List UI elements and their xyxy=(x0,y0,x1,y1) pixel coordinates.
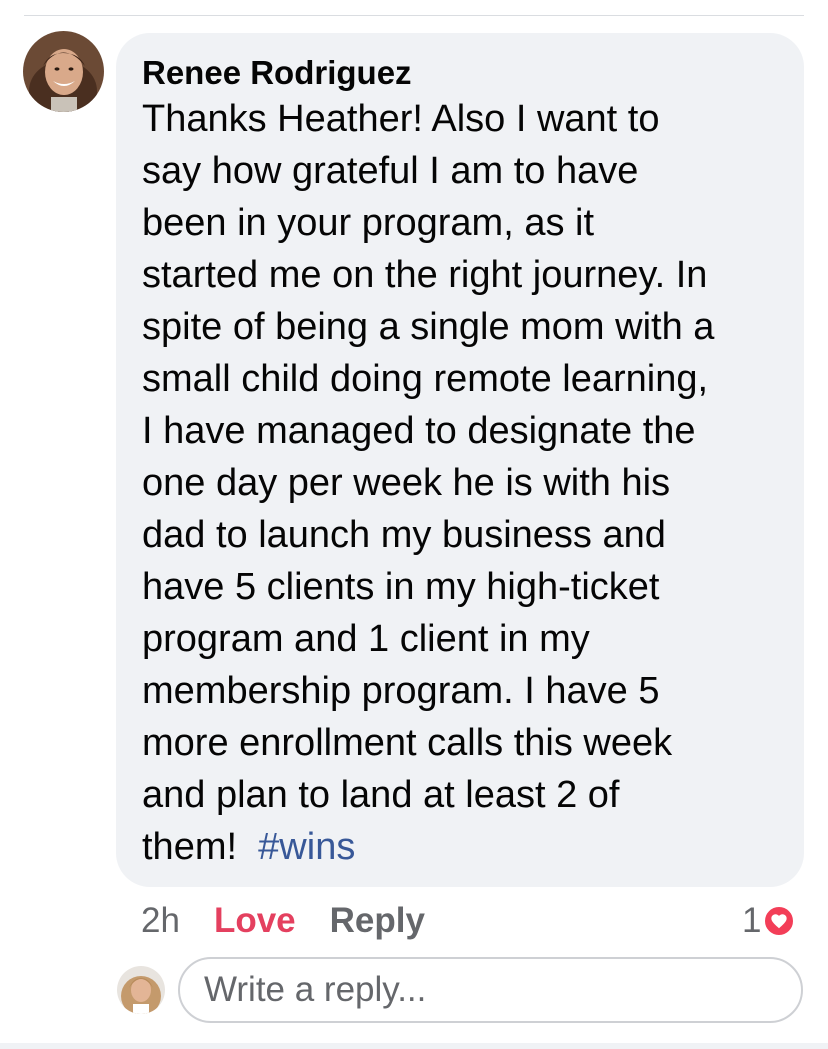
current-user-avatar xyxy=(117,966,165,1014)
comment-line: them! xyxy=(142,826,238,868)
comment-line: I have managed to designate the xyxy=(142,410,696,452)
hashtag-link[interactable]: #wins xyxy=(258,826,355,868)
comment-body: Thanks Heather! Also I want to say how g… xyxy=(142,93,792,873)
comment-line: dad to launch my business and xyxy=(142,514,666,556)
reaction-count: 1 xyxy=(742,901,762,940)
comment-timestamp[interactable]: 2h xyxy=(141,901,180,941)
author-avatar[interactable] xyxy=(23,31,104,112)
reply-input[interactable] xyxy=(178,957,803,1023)
comment-line: one day per week he is with his xyxy=(142,462,671,504)
comment-author[interactable]: Renee Rodriguez xyxy=(142,53,780,93)
comment-line: small child doing remote learning, xyxy=(142,358,709,400)
comment-line: started me on the right journey. In xyxy=(142,254,708,296)
comment-last-line: them! #wins xyxy=(142,821,792,873)
love-button[interactable]: Love xyxy=(214,901,296,941)
comment-line: program and 1 client in my xyxy=(142,618,590,660)
comment-line: more enrollment calls this week xyxy=(142,722,673,764)
divider xyxy=(24,15,804,16)
comment-line: have 5 clients in my high-ticket xyxy=(142,566,660,608)
comment-bubble: Renee Rodriguez Thanks Heather! Also I w… xyxy=(116,33,804,887)
comment-line: membership program. I have 5 xyxy=(142,670,660,712)
reply-button[interactable]: Reply xyxy=(330,901,425,941)
reaction-summary[interactable]: 1 xyxy=(742,897,796,945)
comment-actions: 2h Love Reply xyxy=(141,897,425,945)
comment-line: spite of being a single mom with a xyxy=(142,306,715,348)
comment-line: say how grateful I am to have xyxy=(142,150,639,192)
comment-line: Thanks Heather! Also I want to xyxy=(142,98,660,140)
comment-line: been in your program, as it xyxy=(142,202,595,244)
bottom-divider xyxy=(0,1043,828,1049)
comment-thread: Renee Rodriguez Thanks Heather! Also I w… xyxy=(0,0,828,1049)
heart-icon xyxy=(763,905,796,937)
comment-line: and plan to land at least 2 of xyxy=(142,774,620,816)
